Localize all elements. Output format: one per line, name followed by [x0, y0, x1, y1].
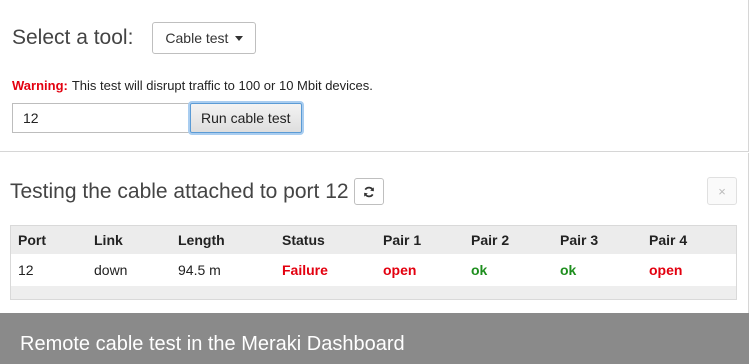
cell-status: Failure: [282, 262, 328, 278]
cell-port: 12: [18, 262, 34, 278]
warning-label: Warning:: [12, 78, 68, 93]
warning-text: This test will disrupt traffic to 100 or…: [71, 78, 373, 93]
refresh-button[interactable]: [353, 178, 384, 205]
tool-selector-row: Select a tool: Cable test: [12, 22, 257, 54]
table-row: 12 down 94.5 m Failure open ok ok open: [11, 254, 736, 286]
run-cable-test-button[interactable]: Run cable test: [190, 103, 302, 133]
cell-pair3: ok: [560, 262, 577, 278]
table-header-row: Port Link Length Status Pair 1 Pair 2 Pa…: [11, 226, 736, 254]
column-header-length: Length: [178, 232, 225, 248]
chevron-down-icon: [235, 35, 244, 41]
column-header-link: Link: [94, 232, 123, 248]
caption-text: Remote cable test in the Meraki Dashboar…: [20, 333, 405, 355]
tool-dropdown-value: Cable test: [165, 30, 229, 46]
column-header-pair4: Pair 4: [649, 232, 688, 248]
refresh-icon: [363, 186, 374, 197]
result-title-row: Testing the cable attached to port 12: [10, 178, 384, 205]
column-header-port: Port: [18, 232, 46, 248]
port-input[interactable]: [12, 103, 190, 133]
cable-test-form: Run cable test: [12, 103, 302, 133]
tool-selector-label: Select a tool:: [12, 26, 134, 49]
cable-test-table: Port Link Length Status Pair 1 Pair 2 Pa…: [10, 225, 737, 300]
column-header-pair3: Pair 3: [560, 232, 599, 248]
cell-pair1: open: [383, 262, 417, 278]
cell-link: down: [94, 262, 128, 278]
cell-length: 94.5 m: [178, 262, 221, 278]
column-header-pair1: Pair 1: [383, 232, 422, 248]
column-header-status: Status: [282, 232, 325, 248]
close-icon: ×: [718, 183, 726, 199]
close-button[interactable]: ×: [707, 177, 737, 205]
result-title: Testing the cable attached to port 12: [10, 179, 349, 203]
result-panel: Testing the cable attached to port 12 × …: [0, 153, 749, 313]
cell-pair4: open: [649, 262, 683, 278]
column-header-pair2: Pair 2: [471, 232, 510, 248]
warning-message: Warning: This test will disrupt traffic t…: [12, 78, 373, 93]
cell-pair2: ok: [471, 262, 488, 278]
tool-panel: Select a tool: Cable test Warning: This t…: [0, 0, 749, 152]
tool-dropdown[interactable]: Cable test: [152, 22, 257, 54]
caption-bar: Remote cable test in the Meraki Dashboar…: [0, 313, 749, 364]
